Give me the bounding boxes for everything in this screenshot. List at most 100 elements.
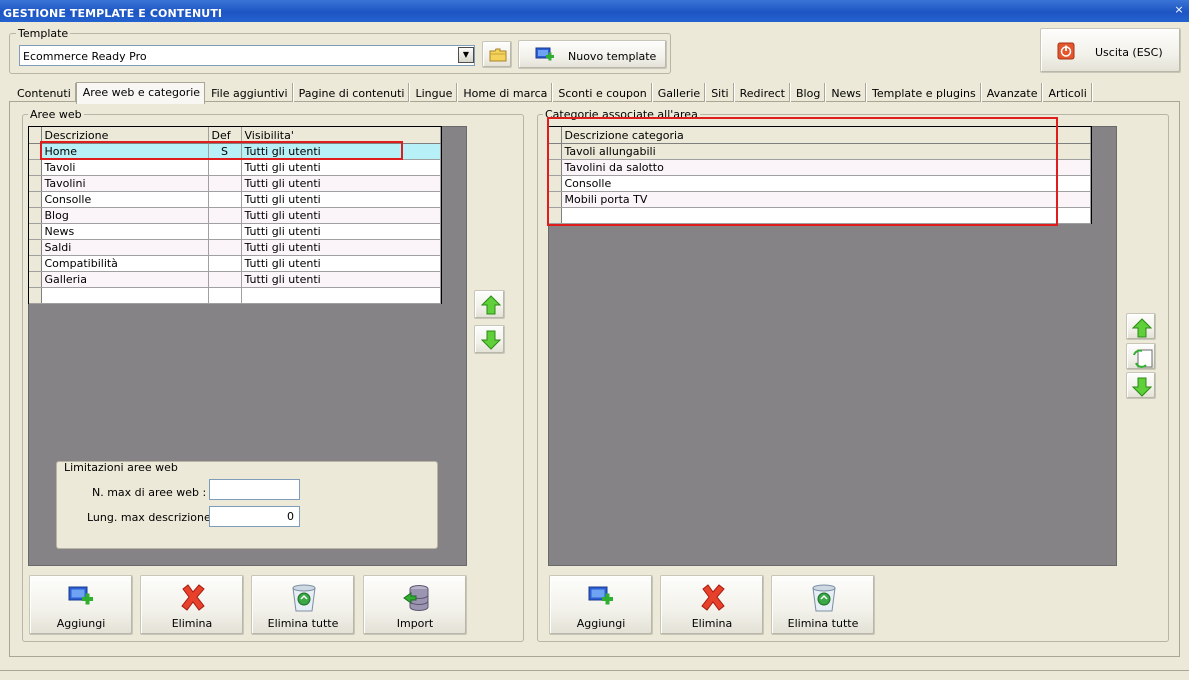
tab-home-di-marca[interactable]: Home di marca [457,83,553,102]
move-up-button[interactable] [474,290,505,319]
power-icon [1057,42,1075,60]
tab-pagine-di-contenuti[interactable]: Pagine di contenuti [293,83,410,102]
cell-def [208,239,242,256]
row-indicator [29,255,42,272]
cell-empty [208,287,242,304]
new-template-button[interactable]: Nuovo template [518,40,667,69]
tab-aree-web-e-categorie[interactable]: Aree web e categorie [75,82,206,104]
tab-siti[interactable]: Siti [705,83,734,102]
cell-visibilita: Tutti gli utenti [241,191,441,208]
cell-visibilita: Tutti gli utenti [241,207,441,224]
cell-def [208,255,242,272]
row-indicator [29,207,42,224]
red-x-icon [181,584,205,611]
monitor-add-icon [68,586,93,605]
tab-bar: Contenuti Aree web e categorie File aggi… [11,82,1092,104]
cell-visibilita: Tutti gli utenti [241,223,441,240]
max-aree-label: N. max di aree web : [92,486,207,499]
table-row[interactable]: Saldi Tutti gli utenti [29,239,441,256]
monitor-add-icon [535,47,554,61]
table-row[interactable]: Galleria Tutti gli utenti [29,271,441,288]
row-indicator [29,287,42,304]
delete-all-areas-button[interactable]: Elimina tutte [251,575,355,635]
delete-all-categories-button[interactable]: Elimina tutte [771,575,875,635]
row-indicator [29,271,42,288]
chevron-down-icon[interactable]: ▼ [458,47,474,63]
table-row[interactable]: Tavolini Tutti gli utenti [29,175,441,192]
cell-empty [241,287,441,304]
cell-descrizione: Saldi [41,239,209,256]
max-aree-input[interactable] [209,479,300,500]
cell-descrizione: Tavolini [41,175,209,192]
cell-descrizione: Blog [41,207,209,224]
cell-descrizione: News [41,223,209,240]
table-row[interactable]: Tavoli Tutti gli utenti [29,159,441,176]
category-move-up-button[interactable] [1126,313,1156,340]
add-area-label: Aggiungi [56,617,106,630]
max-descrizione-label: Lung. max descrizione : [87,511,218,524]
add-category-button[interactable]: Aggiungi [549,575,653,635]
row-indicator [29,191,42,208]
add-category-label: Aggiungi [576,617,626,630]
tab-news[interactable]: News [825,83,867,102]
cell-def [208,271,242,288]
recycle-bin-icon [292,584,316,612]
category-replace-button[interactable] [1126,343,1156,370]
tab-contenuti[interactable]: Contenuti [11,83,76,102]
max-descrizione-input[interactable]: 0 [209,506,300,527]
tab-template-e-plugins[interactable]: Template e plugins [866,83,981,102]
cell-descrizione: Tavoli [41,159,209,176]
add-area-button[interactable]: Aggiungi [29,575,133,635]
open-folder-button[interactable] [482,41,512,68]
tab-gallerie[interactable]: Gallerie [652,83,706,102]
delete-all-categories-label: Elimina tutte [787,617,859,630]
table-row-empty[interactable] [29,287,441,304]
arrow-down-icon [481,330,501,350]
window-title: GESTIONE TEMPLATE E CONTENUTI [0,0,1189,22]
table-row[interactable]: Compatibilità Tutti gli utenti [29,255,441,272]
cell-def [208,223,242,240]
template-select[interactable]: Ecommerce Ready Pro [19,45,475,66]
cell-visibilita: Tutti gli utenti [241,271,441,288]
folder-icon [489,48,507,62]
move-down-button[interactable] [474,325,505,354]
cell-descrizione: Galleria [41,271,209,288]
table-row[interactable]: News Tutti gli utenti [29,223,441,240]
delete-all-areas-label: Elimina tutte [267,617,339,630]
new-template-label: Nuovo template [568,50,657,63]
tab-file-aggiuntivi[interactable]: File aggiuntivi [205,83,293,102]
delete-area-button[interactable]: Elimina [140,575,244,635]
row-indicator [29,239,42,256]
cell-empty [41,287,209,304]
cell-def [208,207,242,224]
category-move-down-button[interactable] [1126,372,1156,399]
red-x-icon [701,584,725,611]
tab-lingue[interactable]: Lingue [409,83,458,102]
cell-descrizione: Consolle [41,191,209,208]
delete-area-label: Elimina [171,617,213,630]
cell-visibilita: Tutti gli utenti [241,159,441,176]
table-row[interactable]: Consolle Tutti gli utenti [29,191,441,208]
arrow-down-icon [1132,377,1152,397]
import-button[interactable]: Import [363,575,467,635]
tab-sconti-e-coupon[interactable]: Sconti e coupon [552,83,652,102]
cell-visibilita: Tutti gli utenti [241,175,441,192]
exit-button[interactable]: Uscita (ESC) [1040,28,1181,73]
document-swap-icon [1133,349,1153,368]
tab-articoli[interactable]: Articoli [1042,83,1092,102]
limitazioni-group-label: Limitazioni aree web [62,461,180,474]
database-import-icon [403,585,429,611]
row-indicator [29,175,42,192]
tab-redirect[interactable]: Redirect [734,83,790,102]
table-row[interactable]: Blog Tutti gli utenti [29,207,441,224]
template-group-label: Template [16,27,71,40]
limitazioni-group [56,461,438,549]
window-close-button[interactable]: × [1173,4,1185,16]
delete-category-button[interactable]: Elimina [660,575,764,635]
cell-visibilita: Tutti gli utenti [241,239,441,256]
cell-descrizione: Compatibilità [41,255,209,272]
tab-blog[interactable]: Blog [790,83,826,102]
highlight-box-selected-row [40,141,403,160]
row-indicator [29,159,42,176]
tab-avanzate[interactable]: Avanzate [981,83,1043,102]
